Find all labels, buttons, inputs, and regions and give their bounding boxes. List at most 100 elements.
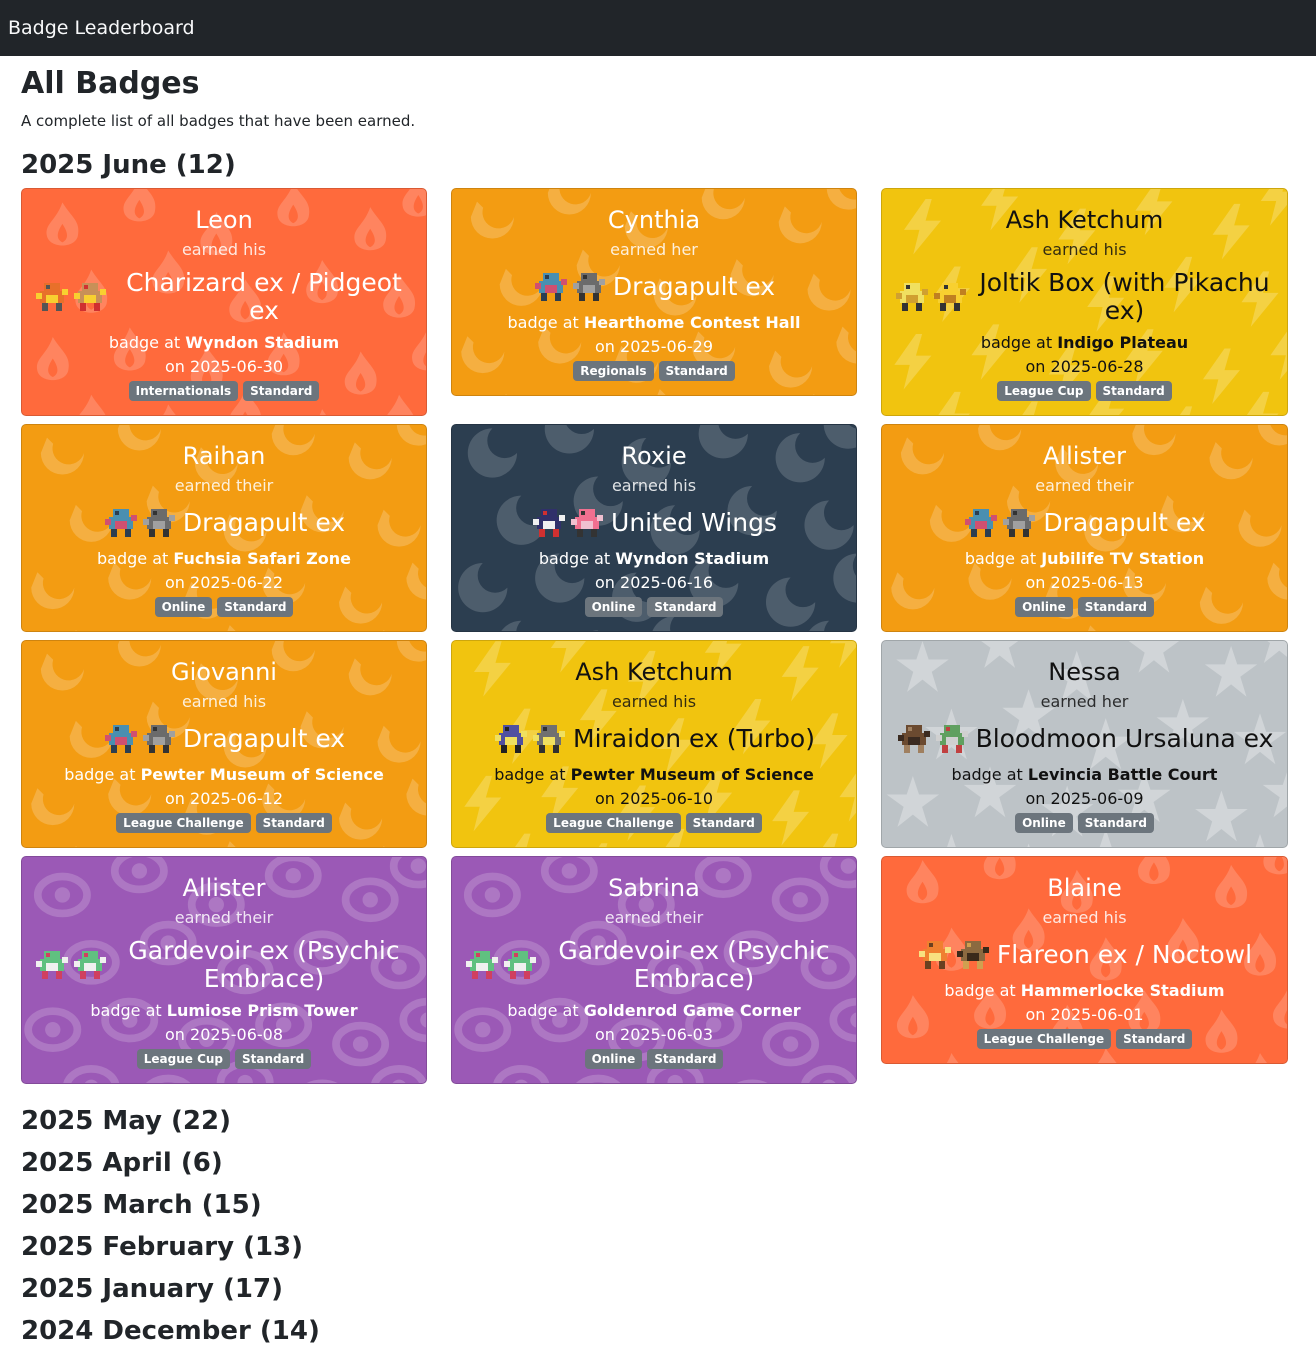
earned-text: earned his [1042, 240, 1127, 259]
deck-row: Miraidon ex (Turbo) [464, 721, 844, 757]
brand-link[interactable]: Badge Leaderboard [8, 17, 195, 39]
earned-text: earned his [181, 692, 267, 711]
tag-list: Online Standard [894, 813, 1275, 833]
deck-sprites [917, 939, 991, 971]
deck-sprites [533, 271, 607, 303]
deck-row: Flareon ex / Noctowl [894, 937, 1275, 973]
navbar: Badge Leaderboard [0, 0, 1316, 56]
tag-badge: Standard [255, 813, 332, 833]
badge-date: on 2025-06-09 [1025, 789, 1144, 808]
badge-card[interactable]: Leon earned his Charizard ex / Pidgeot e… [21, 188, 427, 416]
tag-badge: Online [1015, 597, 1073, 617]
badge-card[interactable]: Cynthia earned her Dragapult ex badge at… [451, 188, 857, 396]
badge-at-text: badge at [980, 333, 1058, 352]
badge-card-content: Giovanni earned his Dragapult ex badge a… [34, 655, 414, 833]
dusknoir-icon [141, 507, 177, 539]
pikachu-icon [932, 281, 968, 313]
badge-at-text: badge at [64, 765, 141, 784]
trainer-name: Leon [195, 206, 253, 234]
flareon-icon [917, 939, 953, 971]
tag-list: League Cup Standard [894, 381, 1275, 401]
month-title[interactable]: 2024 December (14) [21, 1310, 1295, 1352]
badge-card[interactable]: Ash Ketchum earned his Joltik Box (with … [881, 188, 1288, 416]
venue-line: badge at Wyndon Stadium [464, 547, 844, 571]
earned-text: earned her [610, 240, 698, 259]
kirlia-icon [502, 949, 538, 981]
badge-card[interactable]: Allister earned their Dragapult ex badge… [881, 424, 1288, 632]
month-title[interactable]: 2025 May (22) [21, 1100, 1295, 1142]
badge-at-text: badge at [108, 333, 186, 352]
earned-text: earned his [611, 692, 697, 711]
main-container: All Badges A complete list of all badges… [0, 64, 1316, 1352]
tag-badge: League Challenge [116, 813, 251, 833]
tag-badge: League Challenge [976, 1029, 1112, 1049]
badge-card[interactable]: Blaine earned his Flareon ex / Noctowl b… [881, 856, 1288, 1064]
badge-at-text: badge at [507, 1001, 584, 1020]
month-title[interactable]: 2025 January (17) [21, 1268, 1295, 1310]
venue-line: badge at Goldenrod Game Corner [464, 999, 844, 1023]
tag-badge: Standard [243, 381, 320, 401]
badge-card-content: Raihan earned their Dragapult ex badge a… [34, 439, 414, 617]
venue-name: Hearthome Contest Hall [583, 313, 801, 332]
deck-name: Dragapult ex [1043, 508, 1206, 537]
deck-row: Charizard ex / Pidgeot ex [34, 269, 414, 325]
badge-card[interactable]: Giovanni earned his Dragapult ex badge a… [21, 640, 427, 848]
tag-list: League Challenge Standard [34, 813, 414, 833]
badge-card-content: Allister earned their Gardevoir ex (Psyc… [34, 871, 414, 1069]
deck-sprites [531, 507, 605, 539]
kirlia-icon [72, 949, 108, 981]
earned-text: earned their [174, 476, 274, 495]
deck-sprites [103, 507, 177, 539]
badge-at-text: badge at [507, 313, 584, 332]
tag-list: Online Standard [464, 597, 844, 617]
tag-list: League Cup Standard [34, 1049, 414, 1069]
badge-card[interactable]: Allister earned their Gardevoir ex (Psyc… [21, 856, 427, 1084]
trainer-name: Allister [182, 874, 266, 902]
dusknoir-icon [141, 723, 177, 755]
trainer-name: Ash Ketchum [1005, 206, 1164, 234]
badge-card-content: Ash Ketchum earned his Miraidon ex (Turb… [464, 655, 844, 833]
deck-row: Joltik Box (with Pikachu ex) [894, 269, 1275, 325]
badge-at-text: badge at [951, 765, 1028, 784]
venue-line: badge at Wyndon Stadium [34, 331, 414, 355]
venue-line: badge at Jubilife TV Station [894, 547, 1275, 571]
month-title-current[interactable]: 2025 June (12) [21, 146, 1295, 184]
deck-row: Dragapult ex [894, 505, 1275, 541]
deck-sprites [963, 507, 1037, 539]
iron-hands-icon [531, 723, 567, 755]
trainer-name: Blaine [1047, 874, 1122, 902]
trainer-name: Cynthia [607, 206, 701, 234]
tag-list: League Challenge Standard [464, 813, 844, 833]
month-list: 2025 May (22) 2025 April (6) 2025 March (1… [21, 1100, 1295, 1352]
badge-date: on 2025-06-13 [1025, 573, 1144, 592]
badge-card-content: Nessa earned her Bloodmoon Ursaluna ex b… [894, 655, 1275, 833]
tag-list: Online Standard [464, 1049, 844, 1069]
tag-badge: Standard [1077, 813, 1154, 833]
month-title[interactable]: 2025 April (6) [21, 1142, 1295, 1184]
tag-badge: Regionals [573, 361, 654, 381]
month-title[interactable]: 2025 February (13) [21, 1226, 1295, 1268]
badge-card[interactable]: Sabrina earned their Gardevoir ex (Psych… [451, 856, 857, 1084]
badge-card[interactable]: Roxie earned his United Wings badge at W… [451, 424, 857, 632]
month-title[interactable]: 2025 March (15) [21, 1184, 1295, 1226]
badge-at-text: badge at [944, 981, 1021, 1000]
deck-name: Joltik Box (with Pikachu ex) [979, 268, 1270, 325]
venue-name: Lumiose Prism Tower [166, 1001, 358, 1020]
trainer-name: Nessa [1048, 658, 1121, 686]
venue-name: Jubilife TV Station [1041, 549, 1205, 568]
earned-text: earned his [611, 476, 697, 495]
deck-name: Flareon ex / Noctowl [996, 940, 1253, 969]
tag-badge: Standard [1095, 381, 1172, 401]
dusknoir-icon [571, 271, 607, 303]
badge-date: on 2025-06-30 [165, 357, 283, 376]
earned-text: earned his [1042, 908, 1127, 927]
venue-line: badge at Lumiose Prism Tower [34, 999, 414, 1023]
badge-card[interactable]: Raihan earned their Dragapult ex badge a… [21, 424, 427, 632]
badge-card[interactable]: Nessa earned her Bloodmoon Ursaluna ex b… [881, 640, 1288, 848]
tag-badge: Standard [235, 1049, 312, 1069]
badge-card[interactable]: Ash Ketchum earned his Miraidon ex (Turb… [451, 640, 857, 848]
deck-row: Dragapult ex [464, 269, 844, 305]
deck-name: Miraidon ex (Turbo) [573, 724, 815, 753]
tag-badge: Standard [1116, 1029, 1193, 1049]
badge-date: on 2025-06-01 [1025, 1005, 1144, 1024]
